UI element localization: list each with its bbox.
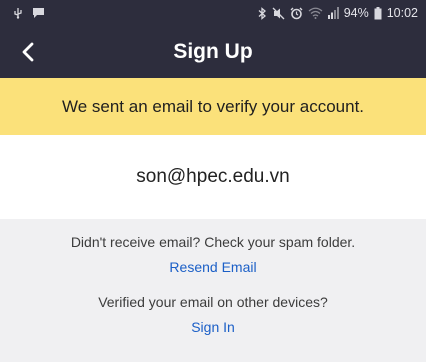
battery-icon [374, 6, 382, 20]
alarm-icon [290, 7, 303, 20]
resend-prompt: Didn't receive email? Check your spam fo… [70, 234, 356, 250]
sign-in-link[interactable]: Sign In [191, 319, 235, 335]
verification-banner: We sent an email to verify your account. [0, 78, 426, 135]
sign-in-row: Sign In [0, 319, 426, 335]
battery-percent: 94% [343, 6, 369, 20]
signal-icon [327, 7, 339, 19]
clock: 10:02 [386, 6, 418, 20]
bluetooth-icon [258, 6, 267, 20]
status-left-icons [12, 7, 45, 19]
app-header: Sign Up [0, 26, 426, 78]
email-section: son@hpec.edu.vn [0, 135, 426, 219]
usb-icon [12, 7, 24, 19]
chevron-left-icon [21, 42, 35, 62]
resend-email-row: Resend Email [0, 259, 426, 275]
resend-email-link[interactable]: Resend Email [169, 259, 256, 275]
signin-prompt: Verified your email on other devices? [98, 294, 328, 310]
status-bar: 94% 10:02 [0, 0, 426, 26]
help-section: Didn't receive email? Check your spam fo… [0, 219, 426, 362]
back-button[interactable] [10, 34, 46, 70]
status-right-icons: 94% 10:02 [258, 6, 418, 20]
email-address: son@hpec.edu.vn [136, 166, 290, 187]
message-icon [32, 7, 45, 19]
page-title: Sign Up [173, 40, 253, 63]
mute-icon [272, 7, 285, 20]
wifi-icon [308, 7, 323, 19]
sign-up-screen: 94% 10:02 Sign Up We sent an email to ve… [0, 0, 426, 362]
banner-text: We sent an email to verify your account. [61, 96, 365, 116]
